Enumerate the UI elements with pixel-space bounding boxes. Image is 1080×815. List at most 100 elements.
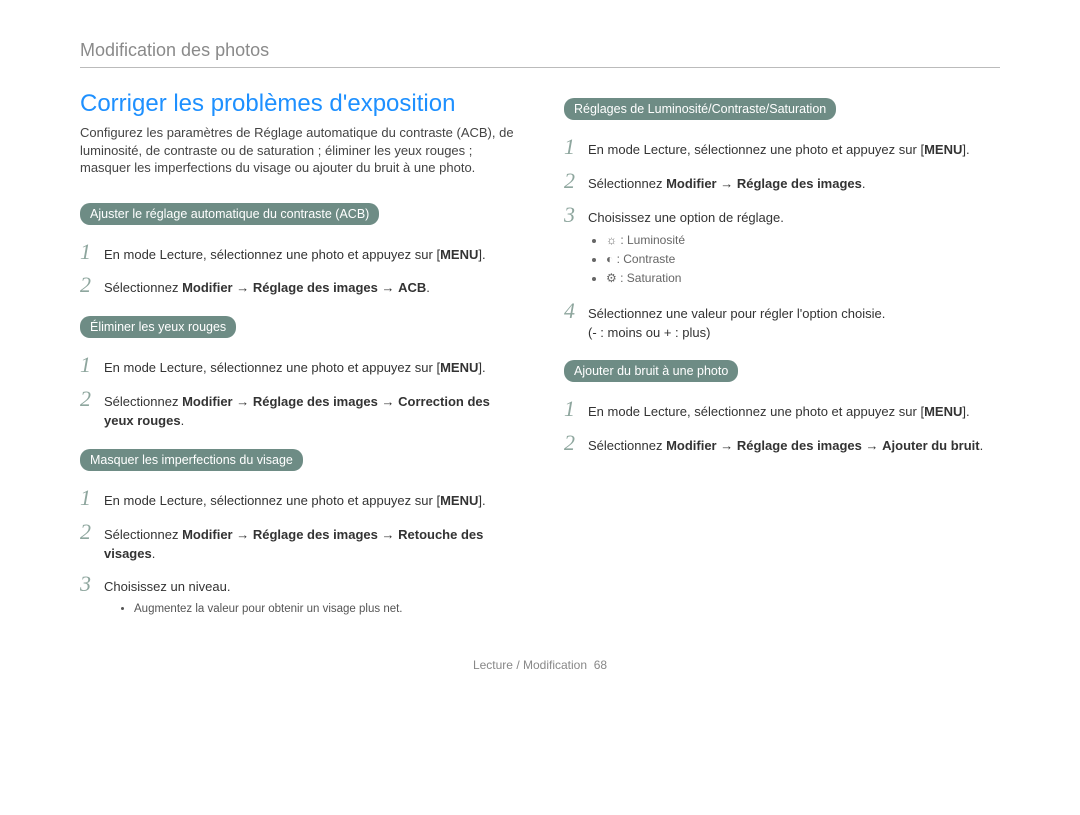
opt-label: : Luminosité [617,233,685,247]
arrow-icon: → [720,176,733,191]
bcs-step-2: 2 Sélectionnez Modifier → Réglage des im… [564,170,1000,194]
step-body: Sélectionnez Modifier → Réglage des imag… [104,279,430,298]
step-number: 1 [80,354,104,376]
face-step-3: 3 Choisissez un niveau. Augmentez la val… [80,573,516,622]
face-step-1: 1 En mode Lecture, sélectionnez une phot… [80,487,516,511]
page: Modification des photos Corriger les pro… [40,0,1040,682]
step-bold: Réglage des images [253,394,378,409]
arrow-icon: → [720,438,733,453]
acb-step-2: 2 Sélectionnez Modifier → Réglage des im… [80,274,516,298]
arrow-icon: → [382,280,395,295]
step-number: 2 [80,388,104,410]
step-bold: Modifier [182,527,233,542]
bcs-step-3: 3 Choisissez une option de réglage. ☼ : … [564,204,1000,290]
step-bold: Ajouter du bruit [882,438,980,453]
step-number: 2 [80,274,104,296]
step-text: Sélectionnez [104,280,182,295]
arrow-icon: → [236,394,249,409]
step-bold: Modifier [182,394,233,409]
page-footer: Lecture / Modification 68 [80,658,1000,672]
step-body: Sélectionnez Modifier → Réglage des imag… [588,175,866,194]
step-text: Sélectionnez [104,394,182,409]
step-number: 2 [564,170,588,192]
intro-text: Configurez les paramètres de Réglage aut… [80,124,516,177]
noise-step-1: 1 En mode Lecture, sélectionnez une phot… [564,398,1000,422]
step-bold: Réglage des images [737,176,862,191]
step-text: Sélectionnez [588,438,666,453]
step-number: 1 [564,136,588,158]
footer-section: Lecture / Modification [473,658,587,672]
bcs-options: ☼ : Luminosité ◐ : Contraste ⚙ : Saturat… [606,232,784,288]
step-body: En mode Lecture, sélectionnez une photo … [104,246,486,265]
step-body: En mode Lecture, sélectionnez une photo … [588,403,970,422]
step-number: 4 [564,300,588,322]
breadcrumb: Modification des photos [80,40,1000,68]
opt-label: : Contraste [613,252,675,266]
step-text: Sélectionnez une valeur pour régler l'op… [588,306,885,321]
arrow-icon: → [382,527,395,542]
arrow-icon: → [236,280,249,295]
left-column: Corriger les problèmes d'exposition Conf… [80,90,516,632]
bcs-step-4: 4 Sélectionnez une valeur pour régler l'… [564,300,1000,343]
step-body: Choisissez une option de réglage. ☼ : Lu… [588,209,784,290]
step-number: 1 [80,241,104,263]
bcs-opt-contrast: ◐ : Contraste [606,251,784,268]
arrow-icon: → [382,394,395,409]
step-text: En mode Lecture, sélectionnez une photo … [588,404,920,419]
step-bold: ACB [398,280,426,295]
step-text: Choisissez un niveau. [104,579,230,594]
bcs-opt-saturation: ⚙ : Saturation [606,270,784,287]
step-number: 3 [80,573,104,595]
acb-heading: Ajuster le réglage automatique du contra… [80,203,379,225]
step-number: 1 [564,398,588,420]
step-bold: Modifier [182,280,233,295]
step-body: En mode Lecture, sélectionnez une photo … [104,359,486,378]
step-text: Choisissez une option de réglage. [588,210,784,225]
page-title: Corriger les problèmes d'exposition [80,90,516,118]
step-bold: Modifier [666,438,717,453]
step-text: (- : moins ou + : plus) [588,325,710,340]
brightness-icon: ☼ [606,233,617,247]
step-bold: Réglage des images [253,527,378,542]
step-text: En mode Lecture, sélectionnez une photo … [104,247,436,262]
step-number: 2 [80,521,104,543]
noise-heading: Ajouter du bruit à une photo [564,360,738,382]
step-body: Sélectionnez Modifier → Réglage des imag… [104,526,516,564]
right-column: Réglages de Luminosité/Contraste/Saturat… [564,90,1000,632]
saturation-icon: ⚙ [606,271,617,285]
step-number: 1 [80,487,104,509]
bcs-step-1: 1 En mode Lecture, sélectionnez une phot… [564,136,1000,160]
menu-label: MENU [924,142,962,157]
redeye-step-1: 1 En mode Lecture, sélectionnez une phot… [80,354,516,378]
step-text: En mode Lecture, sélectionnez une photo … [588,142,920,157]
opt-label: : Saturation [617,271,682,285]
content-columns: Corriger les problèmes d'exposition Conf… [80,90,1000,632]
menu-label: MENU [924,404,962,419]
redeye-step-2: 2 Sélectionnez Modifier → Réglage des im… [80,388,516,431]
step-text: Sélectionnez [104,527,182,542]
step-body: En mode Lecture, sélectionnez une photo … [104,492,486,511]
step-number: 3 [564,204,588,226]
step-body: Choisissez un niveau. Augmentez la valeu… [104,578,403,622]
menu-label: MENU [440,360,478,375]
redeye-heading: Éliminer les yeux rouges [80,316,236,338]
arrow-icon: → [866,438,879,453]
step-body: Sélectionnez Modifier → Réglage des imag… [104,393,516,431]
step-text: En mode Lecture, sélectionnez une photo … [104,360,436,375]
menu-label: MENU [440,493,478,508]
step-number: 2 [564,432,588,454]
noise-step-2: 2 Sélectionnez Modifier → Réglage des im… [564,432,1000,456]
face-step-2: 2 Sélectionnez Modifier → Réglage des im… [80,521,516,564]
bcs-opt-brightness: ☼ : Luminosité [606,232,784,249]
acb-step-1: 1 En mode Lecture, sélectionnez une phot… [80,241,516,265]
step-body: Sélectionnez une valeur pour régler l'op… [588,305,885,343]
bcs-heading: Réglages de Luminosité/Contraste/Saturat… [564,98,836,120]
arrow-icon: → [236,527,249,542]
step-body: Sélectionnez Modifier → Réglage des imag… [588,437,983,456]
face-note: Augmentez la valeur pour obtenir un visa… [134,601,403,618]
step-bold: Modifier [666,176,717,191]
step-bold: Réglage des images [253,280,378,295]
step-text: Sélectionnez [588,176,666,191]
face-note-list: Augmentez la valeur pour obtenir un visa… [134,601,403,618]
step-bold: Réglage des images [737,438,862,453]
